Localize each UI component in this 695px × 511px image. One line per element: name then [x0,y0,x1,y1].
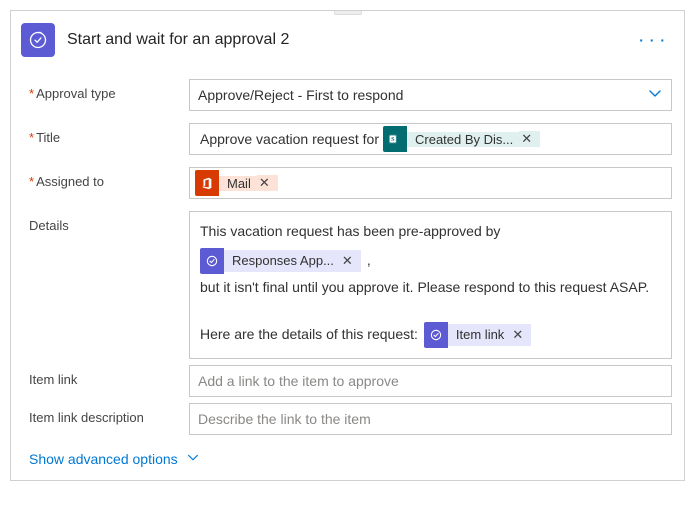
input-title[interactable]: Approve vacation request for S Created B… [189,123,672,155]
input-assigned-to[interactable]: Mail ✕ [189,167,672,199]
token-label: Item link [448,324,510,346]
token-item-link[interactable]: Item link ✕ [424,322,531,348]
token-remove-icon[interactable]: ✕ [340,250,361,272]
action-card: Start and wait for an approval 2 · · · A… [10,10,685,481]
label-title: Title [29,123,189,145]
label-item-link: Item link [29,365,189,387]
label-details: Details [29,211,189,233]
sharepoint-icon: S [383,126,407,152]
more-menu-button[interactable]: · · · [635,28,670,52]
token-mail[interactable]: Mail ✕ [195,170,278,196]
input-details[interactable]: This vacation request has been pre-appro… [189,211,672,359]
approval-type-value: Approve/Reject - First to respond [198,87,403,103]
approvals-icon [21,23,55,57]
input-item-link-desc[interactable] [189,403,672,435]
item-link-desc-field[interactable] [198,405,663,433]
token-remove-icon[interactable]: ✕ [257,175,278,191]
card-body: Approval type Approve/Reject - First to … [11,79,684,480]
item-link-field[interactable] [198,367,663,395]
details-suffix: , [367,249,371,273]
token-label: Responses App... [224,250,340,272]
label-approval-type: Approval type [29,79,189,101]
input-item-link[interactable] [189,365,672,397]
token-remove-icon[interactable]: ✕ [510,324,531,346]
details-text: but it isn't final until you approve it.… [200,276,649,300]
approvals-icon [424,322,448,348]
token-responses-app[interactable]: Responses App... ✕ [200,248,361,274]
token-created-by[interactable]: S Created By Dis... ✕ [383,126,540,152]
chevron-down-icon [647,86,663,105]
card-header: Start and wait for an approval 2 · · · [11,15,684,67]
details-text: Here are the details of this request: [200,323,418,347]
card-title[interactable]: Start and wait for an approval 2 [67,31,623,49]
title-text: Approve vacation request for [200,131,379,147]
token-label: Created By Dis... [407,132,519,147]
approvals-icon [200,248,224,274]
advanced-label: Show advanced options [29,451,178,467]
label-assigned-to: Assigned to [29,167,189,189]
input-approval-type[interactable]: Approve/Reject - First to respond [189,79,672,111]
show-advanced-options-button[interactable]: Show advanced options [29,451,200,468]
office-icon [195,170,219,196]
svg-text:S: S [391,137,395,143]
token-label: Mail [219,176,257,191]
label-item-link-desc: Item link description [29,403,189,425]
token-remove-icon[interactable]: ✕ [519,131,540,147]
details-text: This vacation request has been pre-appro… [200,220,500,244]
chevron-down-icon [186,451,200,468]
